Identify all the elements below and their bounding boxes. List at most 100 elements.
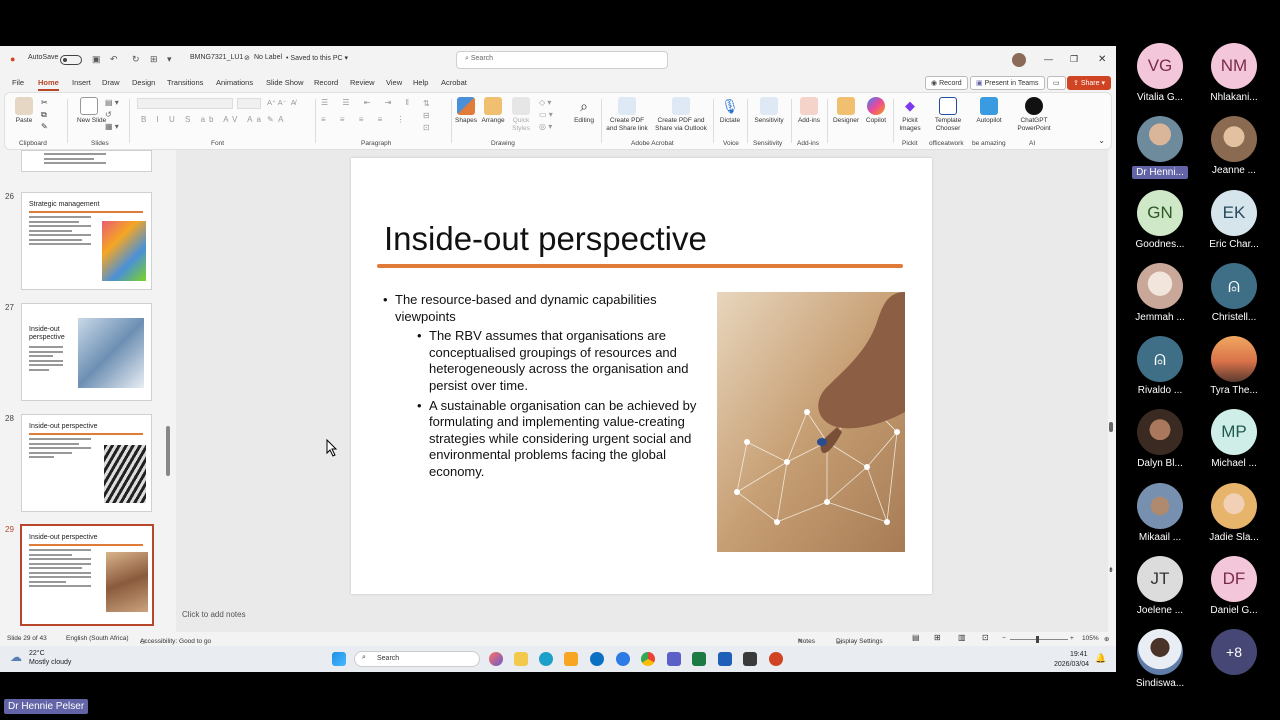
zoom-slider-thumb[interactable] <box>1036 636 1039 643</box>
save-icon[interactable]: ▣ <box>92 54 101 65</box>
current-slide[interactable]: Inside-out perspective The resource-base… <box>351 158 932 594</box>
autopilot-button[interactable]: Autopilot <box>971 97 1007 125</box>
sensitivity-button[interactable]: Sensitivity <box>751 97 787 125</box>
participant-tile[interactable]: EK Eric Char... <box>1202 190 1266 250</box>
save-status[interactable]: • Saved to this PC ▾ <box>286 54 348 62</box>
record-button[interactable]: ◉ Record <box>925 76 968 90</box>
quick-styles-button[interactable]: Quick Styles <box>509 97 533 133</box>
taskbar-search[interactable]: ⌕ Search <box>354 651 480 667</box>
menu-slide-show[interactable]: Slide Show <box>266 78 304 87</box>
clock-time[interactable]: 19:41 <box>1070 651 1088 658</box>
list-tools[interactable]: ☰ ☰ ⇤ ⇥ ‖ <box>321 98 415 107</box>
slide-scrollbar[interactable]: ⇟ <box>1108 150 1116 632</box>
slide-thumbnail-25[interactable] <box>21 150 152 172</box>
slide-image-network[interactable] <box>717 292 905 552</box>
powerpoint-taskbar-icon[interactable] <box>769 652 783 666</box>
copilot-button[interactable]: Copilot <box>863 97 889 125</box>
participant-tile[interactable]: Dalyn Bl... <box>1128 409 1192 469</box>
designer-button[interactable]: Designer <box>831 97 861 125</box>
autosave-toggle[interactable] <box>60 55 82 65</box>
participant-tile[interactable]: Jemmah ... <box>1128 263 1192 323</box>
add-ins-button[interactable]: Add-ins <box>795 97 823 125</box>
arrange-button[interactable]: Arrange <box>481 97 505 125</box>
chatgpt-powerpoint-button[interactable]: ChatGPT PowerPoint <box>1011 97 1057 133</box>
text-direction-tools[interactable]: ⇅ ⊟ ⊡ <box>423 98 430 134</box>
participant-tile[interactable]: MP Michael ... <box>1202 409 1266 469</box>
font-name-select[interactable] <box>137 98 233 109</box>
editing-button[interactable]: ⌕ Editing <box>571 97 597 125</box>
participant-tile[interactable]: ⍝ Rivaldo ... <box>1128 336 1192 396</box>
slide-sorter-icon[interactable]: ⊞ <box>934 633 941 642</box>
participant-tile[interactable]: DF Daniel G... <box>1202 556 1266 616</box>
pickit-images-button[interactable]: ◆ Pickit Images <box>895 97 925 133</box>
scrollbar-thumb[interactable] <box>166 426 170 476</box>
slide-body[interactable]: The resource-based and dynamic capabilit… <box>383 292 701 484</box>
clipboard-tools[interactable]: ✂ ⧉ ✎ <box>41 97 48 133</box>
participant-tile[interactable]: VG Vitalia G... <box>1128 43 1192 103</box>
participant-tile[interactable]: Tyra The... <box>1202 336 1266 396</box>
slide-scrollbar-thumb[interactable] <box>1109 422 1113 432</box>
maximize-icon[interactable]: ❐ <box>1070 54 1078 65</box>
redo-icon[interactable]: ↻ <box>132 54 140 65</box>
undo-icon[interactable]: ↶ <box>110 54 118 65</box>
slide-layout-tools[interactable]: ▤ ▾ ↺ ▦ ▾ <box>105 97 119 133</box>
more-participants-button[interactable]: +8 <box>1202 629 1266 675</box>
dictate-button[interactable]: 🎙 Dictate <box>717 97 743 125</box>
clock-date[interactable]: 2026/03/04 <box>1054 661 1089 668</box>
participant-tile[interactable]: Jadie Sla... <box>1202 483 1266 543</box>
search-box[interactable]: ⌕ Search <box>456 51 668 69</box>
account-avatar[interactable] <box>1012 53 1026 67</box>
zoom-slider[interactable] <box>1010 639 1068 640</box>
font-size-tools[interactable]: A⁺ A⁻ A̸ <box>267 98 296 107</box>
shapes-button[interactable]: Shapes <box>455 97 477 125</box>
menu-home[interactable]: Home <box>38 78 59 91</box>
notification-icon[interactable]: 🔔 <box>1095 653 1106 664</box>
menu-review[interactable]: Review <box>350 78 375 87</box>
share-button[interactable]: ⇪ Share ▾ <box>1067 76 1111 90</box>
menu-animations[interactable]: Animations <box>216 78 253 87</box>
participant-tile[interactable]: GN Goodnes... <box>1128 190 1192 250</box>
page-nav-icon[interactable]: ⇟ <box>1108 566 1114 574</box>
font-size-select[interactable] <box>237 98 261 109</box>
weather-desc[interactable]: Mostly cloudy <box>29 659 71 666</box>
participant-tile[interactable]: JT Joelene ... <box>1128 556 1192 616</box>
zoom-level[interactable]: 105% <box>1082 635 1099 642</box>
language[interactable]: English (South Africa) <box>66 635 129 642</box>
menu-insert[interactable]: Insert <box>72 78 91 87</box>
hp-icon[interactable] <box>590 652 604 666</box>
excel-icon[interactable] <box>692 652 706 666</box>
zoom-in-icon[interactable]: + <box>1070 635 1074 642</box>
create-pdf-share-link-button[interactable]: Create PDF and Share link <box>605 97 649 133</box>
copilot-taskbar-icon[interactable] <box>489 652 503 666</box>
snipping-tool-icon[interactable] <box>743 652 757 666</box>
participant-tile[interactable]: Dr Henni... <box>1128 116 1192 180</box>
menu-help[interactable]: Help <box>413 78 428 87</box>
font-style-tools[interactable]: B I U S ab AV Aa <box>141 115 265 124</box>
shape-format-tools[interactable]: ◇ ▾ ▭ ▾ ◎ ▾ <box>539 97 553 133</box>
menu-record[interactable]: Record <box>314 78 338 87</box>
participant-tile[interactable]: NM Nhlakani... <box>1202 43 1266 103</box>
close-icon[interactable]: ✕ <box>1098 54 1106 65</box>
start-icon[interactable] <box>332 652 346 666</box>
menu-draw[interactable]: Draw <box>102 78 120 87</box>
notes-pane[interactable]: Click to add notes <box>182 610 246 619</box>
slide-thumbnail-27[interactable]: Inside-out perspective <box>21 303 152 401</box>
alignment-tools[interactable]: ≡ ≡ ≡ ≡ ⋮ <box>321 115 411 124</box>
chrome-icon[interactable] <box>641 652 655 666</box>
slide-title[interactable]: Inside-out perspective <box>384 220 707 258</box>
normal-view-icon[interactable]: ▤ <box>912 633 920 642</box>
weather-temp[interactable]: 22°C <box>29 650 45 657</box>
new-slide-button[interactable]: New Slide <box>77 97 106 125</box>
minimize-icon[interactable]: — <box>1044 54 1053 64</box>
file-explorer-icon[interactable] <box>514 652 528 666</box>
font-color-tools[interactable]: ✎ A <box>267 115 283 124</box>
menu-acrobat[interactable]: Acrobat <box>441 78 467 87</box>
participant-tile[interactable]: ⍝ Christell... <box>1202 263 1266 323</box>
comments-button[interactable]: ▭ <box>1047 76 1066 90</box>
paste-button[interactable]: Paste <box>13 97 35 125</box>
present-in-teams-button[interactable]: ▣ Present in Teams <box>970 76 1045 90</box>
slide-thumbnail-29-selected[interactable]: Inside-out perspective <box>20 524 154 626</box>
fit-slide-icon[interactable]: ⊕ <box>1104 635 1109 643</box>
slide-thumbnail-28[interactable]: Inside-out perspective <box>21 414 152 512</box>
edge-icon[interactable] <box>539 652 553 666</box>
